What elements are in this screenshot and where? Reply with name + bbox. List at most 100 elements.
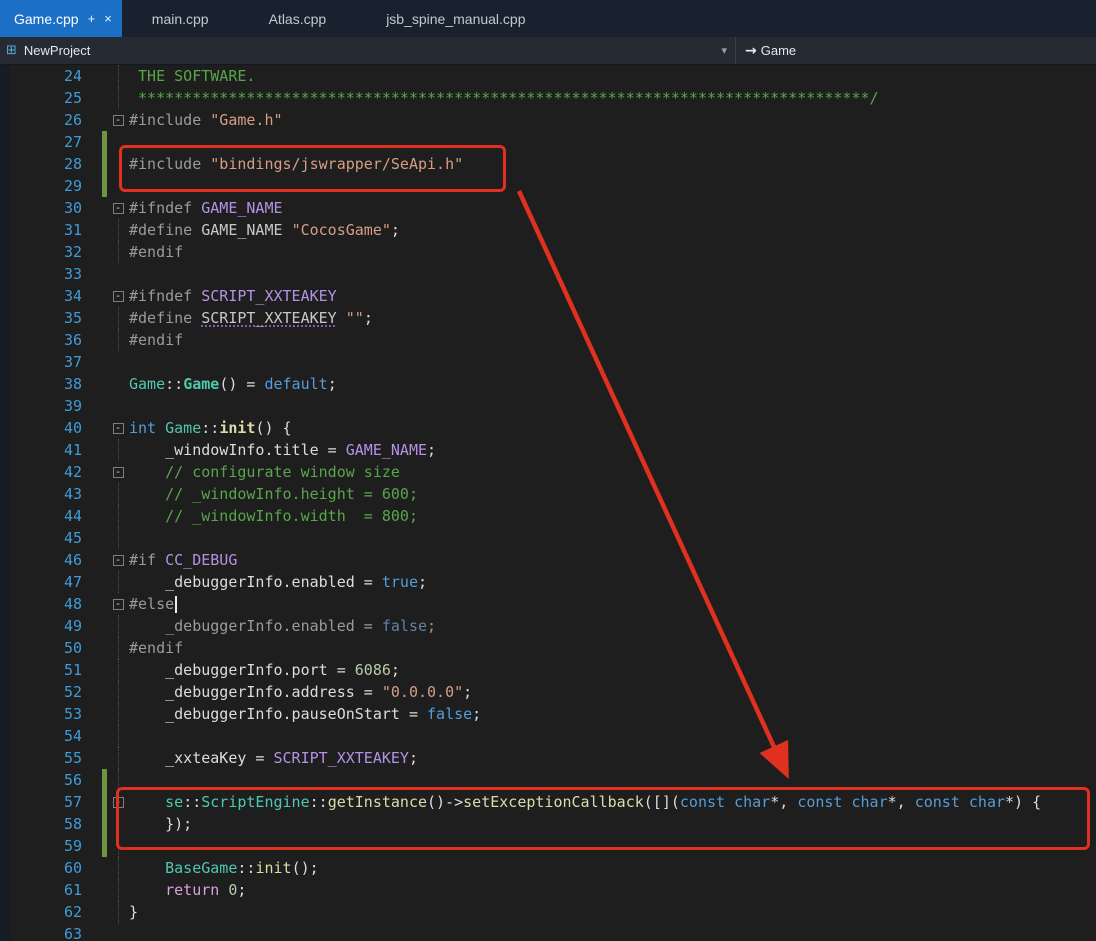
code-line[interactable]: 63 xyxy=(10,923,1096,941)
line-number: 36 xyxy=(63,331,82,349)
chevron-down-icon[interactable]: ▾ xyxy=(721,44,727,57)
code-line[interactable]: 54 xyxy=(10,725,1096,747)
code-text: #else xyxy=(129,595,178,613)
code-line[interactable]: 58 }); xyxy=(10,813,1096,835)
code-line[interactable]: 28 #include "bindings/jswrapper/SeApi.h" xyxy=(10,153,1096,175)
fold-gutter xyxy=(107,351,129,373)
close-icon[interactable]: × xyxy=(104,11,112,26)
code-line[interactable]: 39 xyxy=(10,395,1096,417)
code-text: _debuggerInfo.enabled = true; xyxy=(129,573,428,591)
code-text: } xyxy=(129,903,139,921)
line-number: 53 xyxy=(63,705,82,723)
fold-gutter xyxy=(107,637,129,659)
tab-jsb_spine_manual-cpp[interactable]: jsb_spine_manual.cpp xyxy=(356,0,555,37)
code-line[interactable]: 33 xyxy=(10,263,1096,285)
fold-collapse-icon[interactable]: - xyxy=(107,593,129,615)
fold-collapse-icon[interactable]: - xyxy=(107,285,129,307)
fold-gutter xyxy=(107,923,129,941)
code-line[interactable]: 46 - #if CC_DEBUG xyxy=(10,549,1096,571)
code-line[interactable]: 50 #endif xyxy=(10,637,1096,659)
code-line[interactable]: 40 - int Game::init() { xyxy=(10,417,1096,439)
fold-gutter xyxy=(107,527,129,549)
code-line[interactable]: 43 // _windowInfo.height = 600; xyxy=(10,483,1096,505)
code-line[interactable]: 60 BaseGame::init(); xyxy=(10,857,1096,879)
fold-collapse-icon[interactable]: - xyxy=(107,461,129,483)
code-line[interactable]: 45 xyxy=(10,527,1096,549)
code-text: _debuggerInfo.port = 6086; xyxy=(129,661,400,679)
line-number: 39 xyxy=(63,397,82,415)
text-cursor xyxy=(175,596,178,613)
tab-main-cpp[interactable]: main.cpp xyxy=(122,0,239,37)
code-area[interactable]: 24 THE SOFTWARE. 25 *********************… xyxy=(10,65,1096,941)
code-line[interactable]: 37 xyxy=(10,351,1096,373)
project-name: NewProject xyxy=(23,43,91,58)
fold-gutter xyxy=(107,153,129,175)
code-line[interactable]: 29 xyxy=(10,175,1096,197)
code-line[interactable]: 34 - #ifndef SCRIPT_XXTEAKEY xyxy=(10,285,1096,307)
code-line[interactable]: 25 *************************************… xyxy=(10,87,1096,109)
code-line[interactable]: 41 _windowInfo.title = GAME_NAME; xyxy=(10,439,1096,461)
line-number: 45 xyxy=(63,529,82,547)
breakpoint-margin[interactable] xyxy=(0,65,10,941)
fold-collapse-icon[interactable]: - xyxy=(107,549,129,571)
navigate-arrow-icon: → xyxy=(745,42,757,59)
code-line[interactable]: 42 - // configurate window size xyxy=(10,461,1096,483)
code-text: _debuggerInfo.pauseOnStart = false; xyxy=(129,705,482,723)
fold-collapse-icon[interactable]: - xyxy=(107,791,129,813)
line-number: 63 xyxy=(63,925,82,941)
fold-gutter xyxy=(107,659,129,681)
line-number: 54 xyxy=(63,727,82,745)
code-line[interactable]: 59 xyxy=(10,835,1096,857)
code-text: #define SCRIPT_XXTEAKEY ""; xyxy=(129,309,373,327)
tab-game-cpp[interactable]: Game.cpp + × xyxy=(0,0,122,37)
member-dropdown[interactable]: → Game xyxy=(736,37,1096,64)
code-line[interactable]: 31 #define GAME_NAME "CocosGame"; xyxy=(10,219,1096,241)
code-line[interactable]: 48 - #else xyxy=(10,593,1096,615)
tab-atlas-cpp[interactable]: Atlas.cpp xyxy=(239,0,357,37)
fold-gutter xyxy=(107,175,129,197)
fold-collapse-icon[interactable]: - xyxy=(107,109,129,131)
line-number: 34 xyxy=(63,287,82,305)
code-line[interactable]: 47 _debuggerInfo.enabled = true; xyxy=(10,571,1096,593)
pin-icon[interactable]: + xyxy=(88,11,96,26)
line-number: 55 xyxy=(63,749,82,767)
line-number: 49 xyxy=(63,617,82,635)
line-number: 30 xyxy=(63,199,82,217)
code-line[interactable]: 52 _debuggerInfo.address = "0.0.0.0"; xyxy=(10,681,1096,703)
code-line[interactable]: 51 _debuggerInfo.port = 6086; xyxy=(10,659,1096,681)
code-line[interactable]: 26 - #include "Game.h" xyxy=(10,109,1096,131)
code-line[interactable]: 30 - #ifndef GAME_NAME xyxy=(10,197,1096,219)
code-line[interactable]: 27 xyxy=(10,131,1096,153)
line-number: 44 xyxy=(63,507,82,525)
code-text: #ifndef SCRIPT_XXTEAKEY xyxy=(129,287,337,305)
code-line[interactable]: 24 THE SOFTWARE. xyxy=(10,65,1096,87)
code-line[interactable]: 53 _debuggerInfo.pauseOnStart = false; xyxy=(10,703,1096,725)
fold-gutter xyxy=(107,131,129,153)
code-line[interactable]: 32 #endif xyxy=(10,241,1096,263)
fold-gutter xyxy=(107,483,129,505)
project-dropdown[interactable]: ⊞ NewProject ▾ xyxy=(0,37,736,64)
code-line[interactable]: 55 _xxteaKey = SCRIPT_XXTEAKEY; xyxy=(10,747,1096,769)
code-line[interactable]: 44 // _windowInfo.width = 800; xyxy=(10,505,1096,527)
code-line[interactable]: 49 _debuggerInfo.enabled = false; xyxy=(10,615,1096,637)
line-number: 29 xyxy=(63,177,82,195)
line-number: 33 xyxy=(63,265,82,283)
code-line[interactable]: 62} xyxy=(10,901,1096,923)
code-line[interactable]: 56 xyxy=(10,769,1096,791)
fold-gutter xyxy=(107,571,129,593)
code-line[interactable]: 36 #endif xyxy=(10,329,1096,351)
member-name: Game xyxy=(760,43,797,58)
fold-collapse-icon[interactable]: - xyxy=(107,417,129,439)
fold-collapse-icon[interactable]: - xyxy=(107,197,129,219)
fold-gutter xyxy=(107,373,129,395)
fold-gutter xyxy=(107,615,129,637)
fold-gutter xyxy=(107,241,129,263)
fold-gutter xyxy=(107,263,129,285)
fold-gutter xyxy=(107,329,129,351)
fold-gutter xyxy=(107,65,129,87)
fold-gutter xyxy=(107,87,129,109)
code-line[interactable]: 57 - se::ScriptEngine::getInstance()->set… xyxy=(10,791,1096,813)
code-line[interactable]: 61 return 0; xyxy=(10,879,1096,901)
code-line[interactable]: 38 Game::Game() = default; xyxy=(10,373,1096,395)
code-line[interactable]: 35 #define SCRIPT_XXTEAKEY ""; xyxy=(10,307,1096,329)
